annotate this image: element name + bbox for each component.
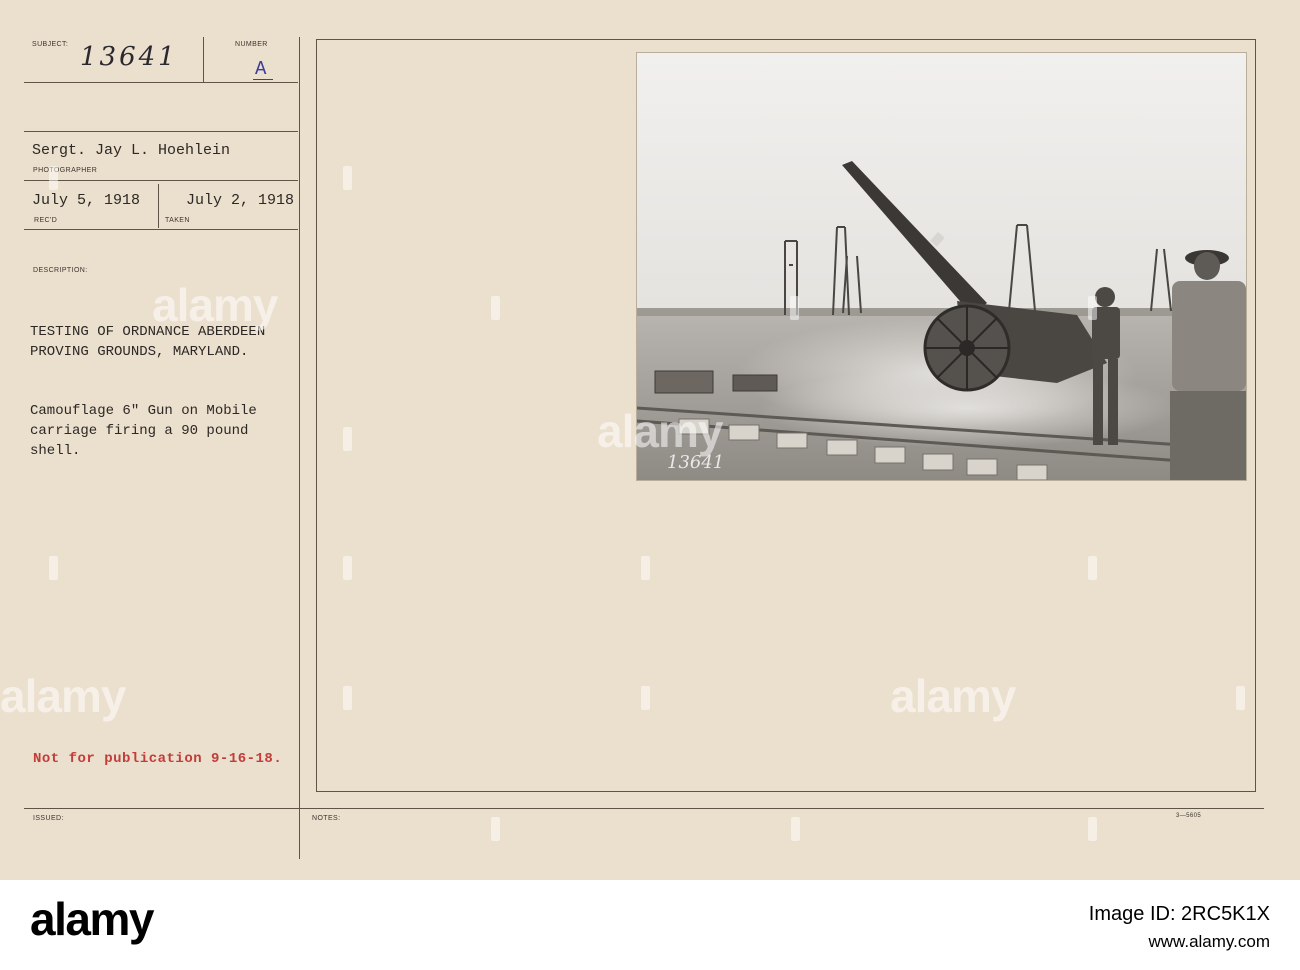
frame-top	[316, 39, 1256, 40]
number-value: A	[255, 58, 267, 80]
watermark-mark	[641, 556, 650, 580]
footer-logo[interactable]: alamy	[30, 892, 154, 946]
caption-line-2: carriage firing a 90 pound	[30, 423, 249, 439]
watermark-mark	[791, 817, 800, 841]
frame-left	[316, 39, 317, 792]
watermark-mark	[491, 296, 500, 320]
received-label: REC'D	[34, 217, 58, 224]
subject-label: SUBJECT:	[32, 41, 69, 48]
issued-label: ISSUED:	[33, 815, 64, 822]
watermark-mark	[1088, 556, 1097, 580]
photographer-name: Sergt. Jay L. Hoehlein	[32, 142, 231, 159]
watermark-mark	[343, 686, 352, 710]
restriction-stamp: Not for publication 9-16-18.	[33, 751, 283, 767]
subject-number: 13641	[80, 42, 178, 72]
gun-firing-photograph: 13641	[636, 52, 1247, 481]
received-date: July 5, 1918	[32, 192, 141, 209]
rule-after-photographer	[24, 180, 298, 181]
watermark-mark	[49, 556, 58, 580]
photographer-label: PHOTOGRAPHER	[33, 167, 98, 174]
watermark-mark	[790, 296, 799, 320]
watermark-mark	[641, 686, 650, 710]
watermark-mark	[343, 556, 352, 580]
number-label: NUMBER	[235, 41, 268, 48]
rule-subject-number-divider	[203, 37, 204, 82]
taken-date: July 2, 1918	[186, 192, 295, 209]
number-underline	[253, 79, 273, 80]
notes-label: NOTES:	[312, 815, 341, 822]
description-label: DESCRIPTION:	[33, 267, 88, 274]
frame-bottom	[316, 791, 1256, 792]
rule-column-divider	[299, 37, 300, 859]
watermark-mark	[343, 427, 352, 451]
watermark-bottom-left: alamy	[0, 670, 126, 722]
caption-line-1: Camouflage 6" Gun on Mobile	[30, 403, 257, 419]
watermark-mark	[1236, 686, 1245, 710]
watermark-left: alamy	[152, 279, 278, 331]
footer-image-id: Image ID: 2RC5K1X	[1088, 903, 1270, 925]
watermark-photo: alamy	[597, 405, 723, 457]
frame-right	[1255, 39, 1256, 792]
footer-site[interactable]: www.alamy.com	[1148, 932, 1270, 952]
watermark-mark	[1088, 296, 1097, 320]
caption-line-3: shell.	[30, 443, 81, 459]
rule-bottom	[24, 808, 1264, 809]
watermark-mark	[343, 166, 352, 190]
description-line-2: PROVING GROUNDS, MARYLAND.	[30, 344, 249, 360]
rule-date-divider	[158, 184, 159, 228]
watermark-mark	[49, 166, 58, 190]
rule-after-dates	[24, 229, 298, 230]
rule-left-top	[24, 82, 298, 83]
watermark-mark	[491, 817, 500, 841]
form-code: 3—5605	[1176, 813, 1202, 819]
record-card: SUBJECT: 13641 NUMBER A Sergt. Jay L. Ho…	[0, 0, 1300, 880]
watermark-bottom-right: alamy	[890, 670, 1016, 722]
rule-after-header	[24, 131, 298, 132]
watermark-mark	[1088, 817, 1097, 841]
taken-label: TAKEN	[165, 217, 190, 224]
